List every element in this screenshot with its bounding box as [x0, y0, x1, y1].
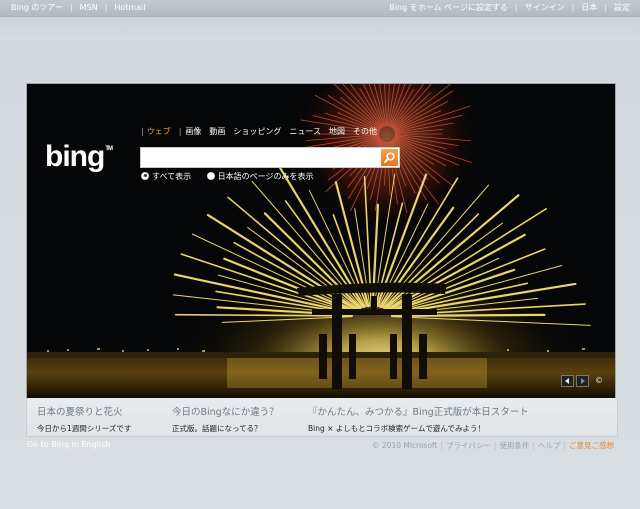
divider: | — [69, 3, 73, 12]
top-bar: Bing のツアー | MSN | Hotmail Bing をホーム ページに設定する… — [0, 0, 640, 17]
tab-shopping[interactable]: ショッピング — [233, 127, 281, 136]
search-box — [140, 147, 400, 168]
language-filter: すべて表示 日本語のページのみを表示 — [141, 171, 327, 182]
tab-news[interactable]: ニュース — [289, 127, 321, 136]
divider: | — [532, 441, 535, 450]
tab-web[interactable]: ウェブ — [147, 127, 171, 136]
help-link[interactable]: ヘルプ — [538, 441, 561, 450]
radio-unselected-icon — [206, 171, 215, 180]
msn-link[interactable]: MSN — [80, 3, 98, 12]
radio-japanese-only[interactable]: 日本語のページのみを表示 — [206, 171, 314, 181]
hotspot-title: 『かんたん、みつかる』Bing正式版が本日スタート — [308, 407, 529, 418]
hotspot-item[interactable]: 日本の夏祭りと花火 今日から1週間シリーズです — [37, 404, 131, 434]
radio-label: すべて表示 — [152, 172, 192, 181]
radio-all-results[interactable]: すべて表示 — [141, 171, 192, 181]
divider: | — [141, 127, 144, 136]
region-link[interactable]: 日本 — [581, 3, 597, 12]
tab-maps[interactable]: 地図 — [329, 127, 345, 136]
footer-links: © 2010 Microsoft | プライバシー | 使用条件 | ヘルプ | ご意見ご感想 — [372, 440, 614, 451]
hotmail-link[interactable]: Hotmail — [114, 3, 145, 12]
hotspot-strip: 日本の夏祭りと花火 今日から1週間シリーズです 今日のBingなにか違う？ 正式… — [26, 398, 618, 437]
hotspot-subtitle: 正式版。話題になってる？ — [172, 424, 262, 433]
copyright-text: © 2010 Microsoft — [372, 441, 438, 450]
tab-more[interactable]: その他 — [353, 127, 377, 136]
radio-label: 日本語のページのみを表示 — [217, 172, 314, 181]
bing-logo[interactable]: bingTM — [45, 140, 113, 174]
logo-text: bing — [45, 140, 105, 173]
hotspot-item[interactable]: 今日のBingなにか違う？ 正式版。話題になってる？ — [172, 404, 279, 434]
hotspot-subtitle: 今日から1週間シリーズです — [37, 424, 132, 433]
search-input[interactable] — [141, 148, 373, 167]
bing-tour-link[interactable]: Bing のツアー — [11, 3, 63, 12]
background-image-panel: bingTM | ウェブ | 画像 動画 ショッピング ニュース 地図 その他 すべて表示 日本… — [26, 83, 616, 399]
magnifier-icon — [384, 152, 395, 163]
tab-images[interactable]: 画像 — [185, 127, 201, 136]
divider: | — [514, 3, 518, 12]
top-bar-right-links: Bing をホーム ページに設定する | サインイン | 日本 | 設定 — [389, 0, 630, 16]
feedback-link[interactable]: ご意見ご感想 — [569, 441, 614, 450]
set-homepage-link[interactable]: Bing をホーム ページに設定する — [389, 3, 508, 12]
hotspot-title: 今日のBingなにか違う？ — [172, 407, 279, 418]
english-bing-link[interactable]: Go to Bing in English — [27, 440, 110, 449]
divider: | — [104, 3, 108, 12]
image-controls: © — [559, 370, 603, 389]
trademark-mark: TM — [105, 146, 113, 152]
tab-videos[interactable]: 動画 — [209, 127, 225, 136]
divider: | — [493, 441, 497, 450]
sign-in-link[interactable]: サインイン — [525, 3, 565, 12]
next-image-button[interactable] — [576, 374, 589, 387]
radio-selected-icon — [141, 171, 149, 180]
divider: | — [563, 441, 566, 450]
search-verticals-nav: | ウェブ | 画像 動画 ショッピング ニュース 地図 その他 — [141, 126, 385, 137]
hotspot-title: 日本の夏祭りと花火 — [37, 407, 123, 418]
divider: | — [178, 127, 182, 136]
hotspot-subtitle: Bing × よしもとコラボ検索ゲームで遊んでみよう！ — [308, 424, 486, 433]
terms-link[interactable]: 使用条件 — [499, 441, 529, 450]
search-button[interactable] — [381, 149, 398, 166]
settings-link[interactable]: 設定 — [614, 3, 630, 12]
hotspot-item[interactable]: 『かんたん、みつかる』Bing正式版が本日スタート Bing × よしもとコラボ… — [308, 404, 529, 434]
copyright-info-icon[interactable]: © — [595, 376, 603, 385]
divider: | — [571, 3, 575, 12]
top-bar-left-links: Bing のツアー | MSN | Hotmail — [11, 0, 146, 16]
divider: | — [440, 441, 444, 450]
previous-image-button[interactable] — [561, 374, 574, 387]
divider: | — [604, 3, 607, 12]
privacy-link[interactable]: プライバシー — [446, 441, 491, 450]
